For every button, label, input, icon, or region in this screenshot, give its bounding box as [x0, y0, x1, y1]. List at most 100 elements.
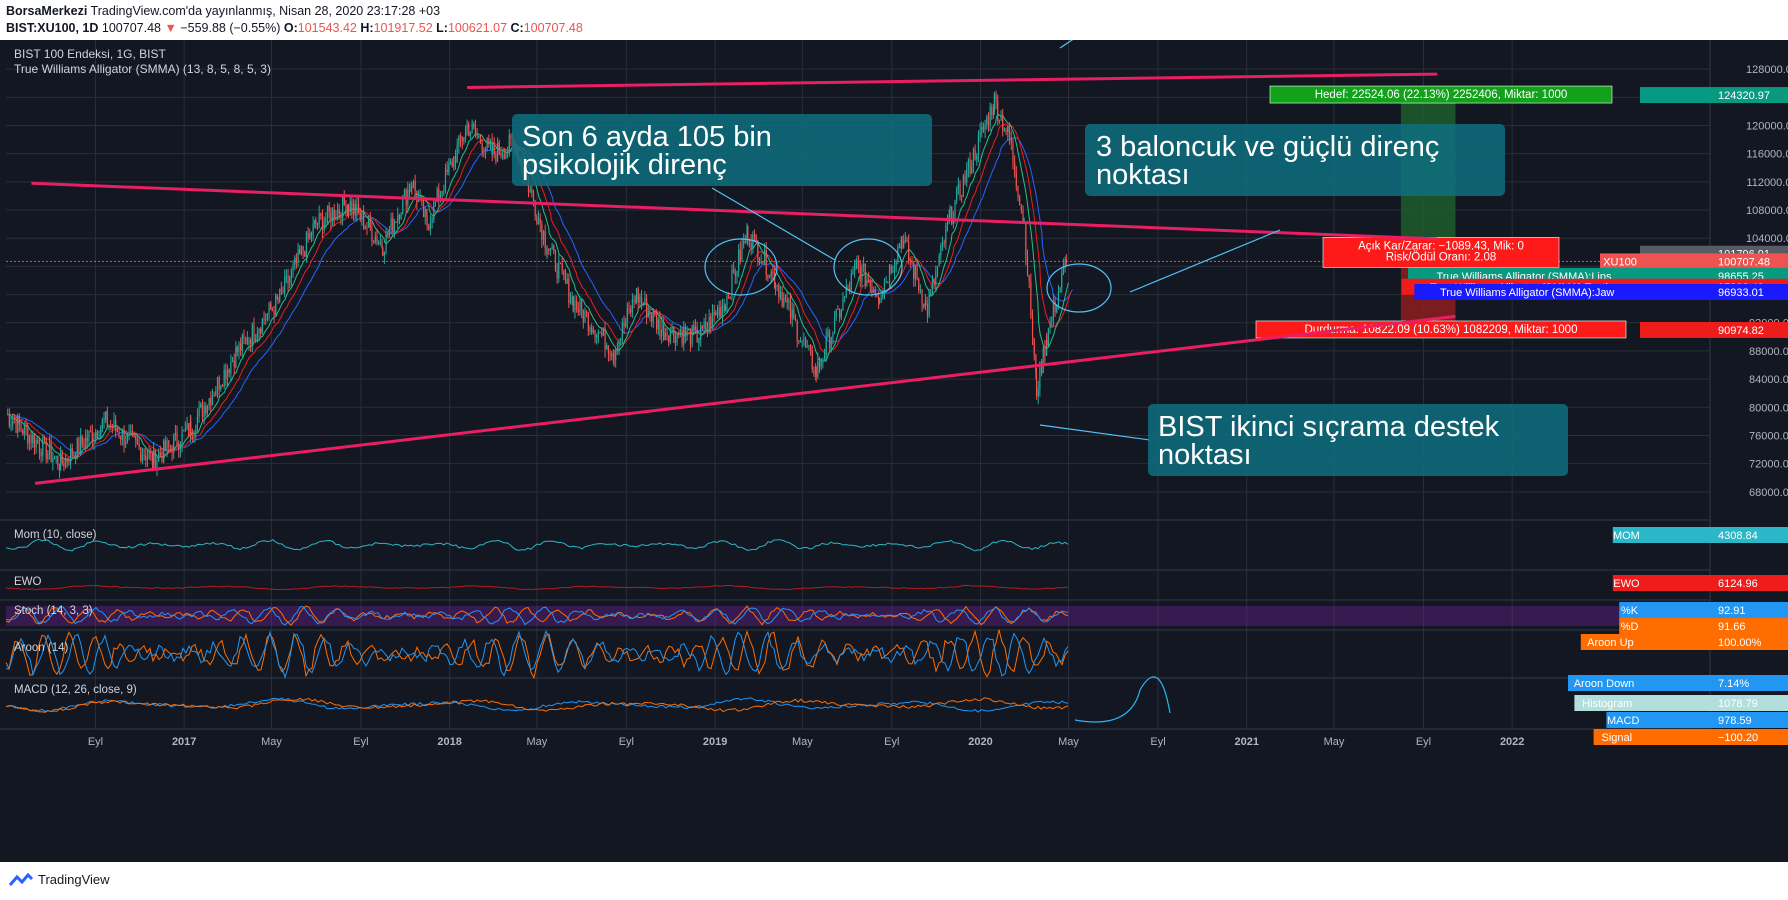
candle-body — [938, 255, 940, 267]
candle-body — [961, 196, 963, 198]
candle-body — [1014, 162, 1016, 174]
candle-body — [908, 241, 910, 259]
footer: TradingView — [0, 862, 1788, 900]
candle-body — [779, 291, 782, 298]
price-tag-5-box — [1640, 283, 1788, 300]
candle-body — [135, 436, 137, 441]
candle-body — [976, 155, 978, 160]
candle-body — [728, 295, 730, 298]
candle-body — [376, 236, 378, 244]
candle-body — [141, 455, 144, 461]
candle-body — [188, 423, 190, 437]
candle-body — [304, 251, 306, 257]
candle-body — [458, 135, 460, 146]
pane-label: Aroon (14) — [14, 642, 69, 654]
candle-body — [371, 228, 373, 242]
candle-body — [305, 232, 308, 257]
candle-body — [935, 271, 937, 285]
publisher-name[interactable]: BorsaMerkezi — [6, 4, 87, 18]
candle-body — [64, 457, 67, 467]
candle-body — [30, 435, 32, 443]
candle-body — [231, 360, 234, 363]
candle-body — [757, 242, 759, 261]
candle-body — [945, 225, 947, 244]
candle-body — [230, 362, 232, 374]
candle-body — [991, 106, 993, 116]
candle-body — [53, 457, 56, 459]
candle-body — [123, 429, 125, 445]
price-tag-5-name: True Williams Alligator (SMMA):Jaw — [1440, 287, 1614, 299]
candle-body — [354, 203, 356, 216]
candle-body — [818, 361, 821, 367]
time-tick-label: 2019 — [703, 736, 727, 748]
candle-body — [85, 437, 87, 448]
candle-body — [469, 131, 472, 136]
candle-body — [633, 299, 635, 302]
candle-body — [1040, 361, 1043, 374]
stoch-band — [6, 606, 1710, 626]
candle-body — [618, 340, 620, 352]
candle-body — [221, 385, 224, 387]
candle-body — [69, 448, 72, 464]
candle-body — [47, 453, 49, 460]
callout-3[interactable]: BIST ikinci sıçrama destek noktası — [1148, 404, 1568, 476]
candle-body — [620, 338, 622, 341]
candle-body — [59, 452, 62, 471]
candle-body — [594, 329, 596, 338]
candle-body — [964, 175, 966, 183]
price-tag-6-box — [1640, 321, 1788, 338]
candle-body — [154, 449, 156, 470]
candle-body — [501, 154, 504, 156]
candle-body — [345, 205, 347, 216]
candle-body — [607, 345, 609, 354]
candle-body — [982, 126, 985, 131]
candle-body — [121, 429, 123, 440]
candle-body — [566, 279, 568, 284]
candle-body — [481, 142, 483, 152]
candle-body — [640, 296, 643, 304]
candle-body — [581, 299, 583, 310]
candle-body — [275, 295, 277, 315]
candle-body — [168, 440, 170, 446]
candle-body — [146, 457, 149, 461]
candle-body — [1005, 130, 1007, 133]
candle-body — [597, 332, 599, 336]
candle-body — [676, 332, 678, 343]
candle-body — [592, 329, 594, 333]
candle-body — [1035, 372, 1038, 397]
callout-2[interactable]: 3 baloncuk ve güçlü direnç noktası — [1085, 124, 1505, 196]
price-tick-label: 120000.00 — [1746, 120, 1788, 132]
candle-body — [577, 308, 579, 313]
candle-body — [684, 327, 687, 336]
chart-area[interactable]: Hedef: 22524.06 (22.13%) 2252406, Miktar… — [0, 40, 1788, 862]
candle-body — [582, 309, 584, 322]
candle-body — [271, 309, 273, 311]
candle-body — [113, 420, 115, 429]
indicator-tag-4-value: 100.00% — [1718, 637, 1762, 649]
candle-body — [136, 440, 139, 444]
candle-body — [253, 324, 255, 341]
candle-body — [856, 262, 858, 264]
candle-body — [559, 262, 562, 264]
tradingview-logo[interactable]: TradingView — [8, 872, 110, 887]
candle-body — [61, 452, 63, 464]
indicator-tag-1-box — [1640, 575, 1788, 591]
candle-body — [463, 137, 465, 142]
candle-body — [688, 328, 690, 331]
candle-body — [914, 266, 916, 279]
callout-1[interactable]: Son 6 ayda 105 bin psikolojik direnç — [512, 114, 932, 186]
candle-body — [811, 350, 813, 370]
candle-body — [989, 106, 991, 126]
candle-body — [101, 420, 103, 428]
candle-body — [7, 414, 9, 416]
candle-body — [226, 369, 229, 380]
candle-body — [22, 429, 24, 435]
candle-body — [571, 296, 573, 300]
candle-body — [416, 191, 418, 202]
candle-body — [783, 297, 785, 307]
time-tick-label: Eyl — [88, 736, 103, 748]
candle-body — [645, 297, 648, 318]
candle-body — [606, 345, 608, 350]
candle-body — [796, 321, 798, 341]
candle-body — [326, 205, 329, 219]
